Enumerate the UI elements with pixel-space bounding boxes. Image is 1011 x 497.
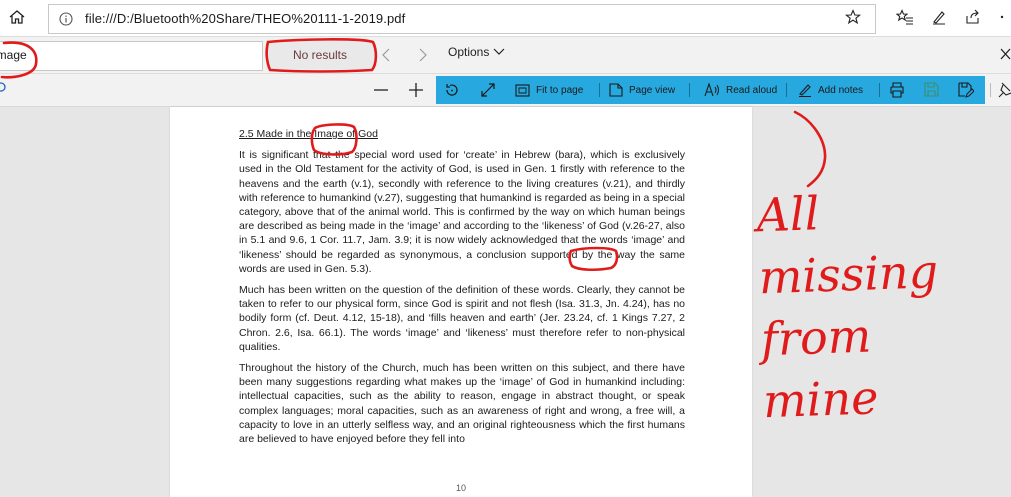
find-input[interactable]: image [0,41,263,71]
home-icon[interactable] [8,8,26,26]
favorites-list-icon[interactable] [896,9,914,25]
chevron-down-icon [493,48,505,55]
read-aloud-button[interactable]: Read aloud [704,76,777,104]
toolbar-divider [599,83,600,97]
zoom-in-icon[interactable] [408,82,424,98]
pdf-toolbar: Fit to page Page view Read aloud Add not… [0,74,1011,107]
pen-icon[interactable] [931,9,947,25]
search-icon[interactable] [0,82,9,96]
address-bar: file:///D:/Bluetooth%20Share/THEO%20111-… [0,0,1011,37]
paragraph: It is significant that the special word … [239,149,685,275]
handwritten-note-text: All missing from mine [755,186,939,429]
pin-icon[interactable] [998,82,1011,98]
fit-to-page-icon [515,83,530,97]
page-view-icon [609,83,623,97]
pdf-page: 2.5 Made in the Image of God It is signi… [170,107,752,497]
find-query: image [0,48,27,62]
toolbar-divider [786,83,787,97]
find-bar: image No results Options [0,37,1011,74]
toolbar-divider [689,83,690,97]
fit-to-page-button[interactable]: Fit to page [515,76,583,104]
url-field[interactable]: file:///D:/Bluetooth%20Share/THEO%20111-… [48,4,876,34]
add-notes-label: Add notes [818,84,864,96]
page-view-label: Page view [629,84,676,96]
save-icon[interactable] [924,82,939,97]
previous-result-icon[interactable] [381,47,391,63]
url-text: file:///D:/Bluetooth%20Share/THEO%20111-… [85,11,406,26]
bracket-stroke [793,110,827,188]
read-aloud-label: Read aloud [726,84,778,96]
rotate-icon[interactable] [444,82,460,98]
toolbar-divider [879,83,880,97]
paragraph: Throughout the history of the Church, mu… [239,362,685,446]
next-result-icon[interactable] [418,47,428,63]
share-icon[interactable] [965,9,981,25]
fullscreen-icon[interactable] [480,82,496,98]
more-icon[interactable] [998,9,1008,25]
find-options-button[interactable]: Options [448,45,505,59]
add-notes-button[interactable]: Add notes [798,76,863,104]
section-heading: 2.5 Made in the Image of God [239,128,378,140]
close-find-icon[interactable] [1000,47,1011,61]
page-number: 10 [455,483,466,493]
pdf-tools-group: Fit to page Page view Read aloud Add not… [436,76,985,104]
paragraph: Much has been written on the question of… [239,284,685,353]
print-icon[interactable] [889,82,905,98]
pen-note-icon [799,84,811,97]
zoom-out-icon[interactable] [373,83,389,97]
handwritten-note: All missing from mine [756,176,1011,445]
document-body: 2.5 Made in the Image of God It is signi… [239,127,685,453]
page-view-button[interactable]: Page view [609,76,675,104]
find-results-status: No results [266,41,374,69]
toolbar-divider [990,83,991,97]
find-options-label: Options [448,45,490,59]
read-aloud-icon [704,83,719,97]
save-as-icon[interactable] [958,82,974,98]
favorite-star-icon[interactable] [845,9,861,25]
fit-to-page-label: Fit to page [536,84,584,96]
info-icon[interactable] [59,12,73,31]
